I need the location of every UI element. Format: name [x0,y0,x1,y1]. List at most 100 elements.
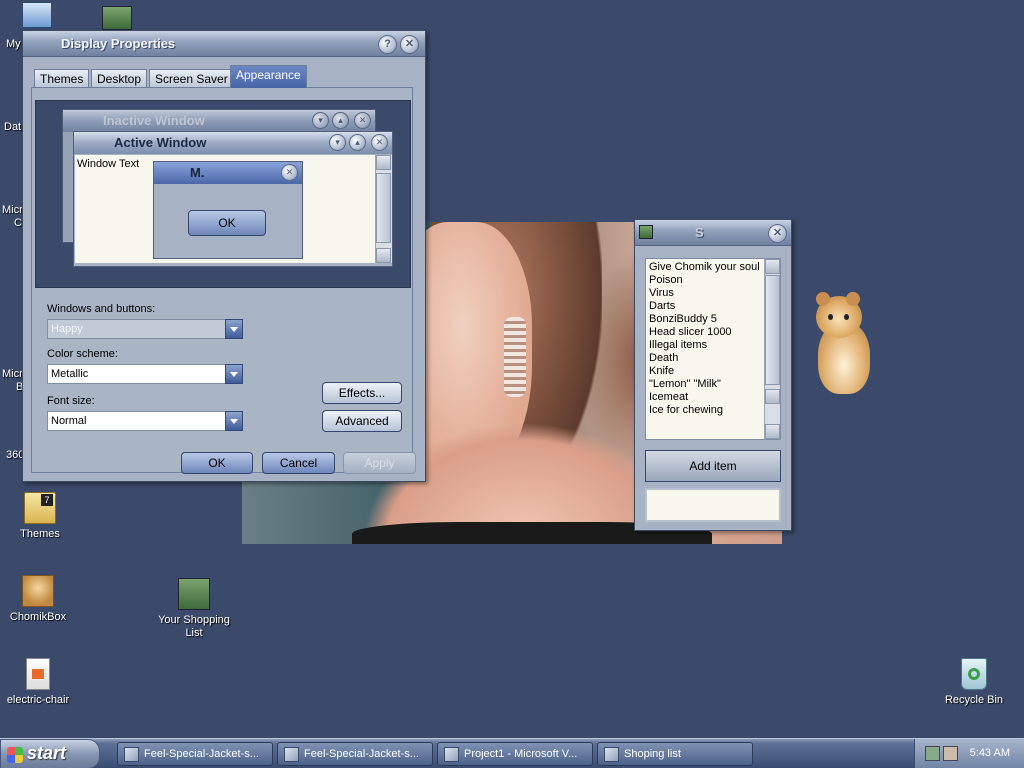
appearance-preview: Inactive Window ▾ ▴ ✕ Active Window ▾ ▴ … [35,100,411,288]
desktop-icon-label: electric-chair [6,694,70,706]
desktop-icon-my-computer-label[interactable]: My [6,38,21,50]
close-button[interactable]: ✕ [768,224,787,243]
folder-icon: 7 [24,492,56,524]
window-title: Display Properties [61,36,176,51]
effects-button[interactable]: Effects... [322,382,402,404]
preview-message-box: M. ✕ OK [153,161,303,259]
color-scheme-value: Metallic [51,368,89,380]
new-item-input[interactable] [645,488,781,522]
desktop-icon-label: Your Shopping List [158,614,230,639]
tab-themes[interactable]: Themes [34,69,90,88]
list-item[interactable]: Darts [649,300,777,313]
scroll-marker [765,389,780,404]
hamster-mascot[interactable] [812,292,876,396]
desktop-icon-chomikbox[interactable]: ChomikBox [0,575,78,624]
desktop-icon-themes[interactable]: 7 Themes [0,492,80,541]
list-item[interactable]: BonziBuddy 5 [649,313,777,326]
list-item[interactable]: Knife [649,365,777,378]
ok-button[interactable]: OK [181,452,253,474]
desktop-icon-data-label[interactable]: Dat [4,121,21,133]
shopping-listbox[interactable]: Give Chomik your soul Poison Virus Darts… [645,258,781,440]
list-item[interactable]: Poison [649,274,777,287]
tab-screen-saver[interactable]: Screen Saver [149,69,234,88]
close-button[interactable]: ✕ [400,35,419,54]
apply-button[interactable]: Apply [343,452,416,474]
font-size-select[interactable]: Normal [47,411,243,431]
scroll-down-arrow[interactable] [765,424,780,439]
my-computer-icon[interactable] [22,2,52,28]
title-bar[interactable]: Display Properties ? ✕ [23,31,425,57]
help-button[interactable]: ? [378,35,397,54]
title-bar[interactable]: S ✕ [635,220,791,246]
advanced-button[interactable]: Advanced [322,410,402,432]
color-scheme-label: Color scheme: [47,348,118,360]
hamster-icon [22,575,54,607]
list-item[interactable]: Head slicer 1000 [649,326,777,339]
preview-active-title: Active Window [114,135,207,150]
tray-volume-icon[interactable] [943,746,958,761]
windows-logo-icon [7,747,23,763]
list-item[interactable]: Give Chomik your soul [649,261,777,274]
tab-desktop[interactable]: Desktop [91,69,148,88]
start-button[interactable]: start [0,739,100,768]
list-item[interactable]: Icemeat [649,391,777,404]
shopping-list-window[interactable]: S ✕ Give Chomik your soul Poison Virus D… [634,219,792,531]
desktop-icon-micro2-label[interactable]: Micr [2,368,23,380]
desktop-icon-shopping-list[interactable]: Your Shopping List [154,578,234,640]
taskbar-button-feel-special-1[interactable]: Feel-Special-Jacket-s... [117,742,273,766]
scroll-thumb[interactable] [765,275,780,385]
preview-scrollbar [375,155,392,263]
desktop-icon-label: Themes [20,528,60,540]
taskbar: start Feel-Special-Jacket-s... Feel-Spec… [0,738,1024,768]
scroll-up-arrow[interactable] [765,259,780,274]
taskbar-button-shoping-list[interactable]: Shoping list [597,742,753,766]
clock[interactable]: 5:43 AM [970,747,1010,759]
tab-appearance[interactable]: Appearance [230,65,307,88]
desktop-icon-label: Recycle Bin [944,694,1004,706]
preview-inactive-title: Inactive Window [103,113,205,128]
taskbar-button-label: Shoping list [624,748,681,760]
desktop-icon-micro1-label[interactable]: Micr [2,204,23,216]
photo-earring [504,317,526,397]
taskbar-button-label: Project1 - Microsoft V... [464,748,578,760]
taskbar-button-project1[interactable]: Project1 - Microsoft V... [437,742,593,766]
tray-network-icon[interactable] [925,746,940,761]
display-properties-window[interactable]: Display Properties ? ✕ Themes Desktop Sc… [22,30,426,482]
appearance-panel: Inactive Window ▾ ▴ ✕ Active Window ▾ ▴ … [31,87,413,473]
desktop-icon-recycle-bin[interactable]: Recycle Bin [934,658,1014,707]
list-item[interactable]: Virus [649,287,777,300]
image-file-icon [284,747,299,762]
system-tray: 5:43 AM [914,739,1024,768]
windows-buttons-value: Happy [51,323,83,335]
chevron-down-icon[interactable] [225,364,243,384]
list-item[interactable]: Ice for chewing [649,404,777,417]
preview-message-title: M. [190,165,205,180]
taskbar-button-label: Feel-Special-Jacket-s... [304,748,419,760]
window-title: S [695,225,704,240]
desktop-icon-electric-chair[interactable]: electric-chair [0,658,78,707]
shop-icon-top[interactable] [102,6,132,30]
taskbar-button-label: Feel-Special-Jacket-s... [144,748,259,760]
shop-icon [604,747,619,762]
cancel-button[interactable]: Cancel [262,452,335,474]
windows-buttons-label: Windows and buttons: [47,303,156,315]
list-item[interactable]: Illegal items [649,339,777,352]
list-item[interactable]: Death [649,352,777,365]
chevron-down-icon[interactable] [225,411,243,431]
list-scrollbar[interactable] [764,259,780,439]
preview-window-text: Window Text [77,158,140,170]
image-file-icon [124,747,139,762]
chevron-down-icon[interactable] [225,319,243,339]
desktop-icon-label: ChomikBox [9,611,67,623]
preview-ok-button: OK [188,210,266,236]
taskbar-button-feel-special-2[interactable]: Feel-Special-Jacket-s... [277,742,433,766]
desktop-icon-micro1-label-2: C [14,217,22,229]
file-icon [26,658,50,690]
start-label: start [27,743,67,763]
add-item-button[interactable]: Add item [645,450,781,482]
shop-icon [178,578,210,610]
windows-buttons-select[interactable]: Happy [47,319,243,339]
color-scheme-select[interactable]: Metallic [47,364,243,384]
font-size-value: Normal [51,415,87,427]
list-item[interactable]: "Lemon" "Milk" [649,378,777,391]
